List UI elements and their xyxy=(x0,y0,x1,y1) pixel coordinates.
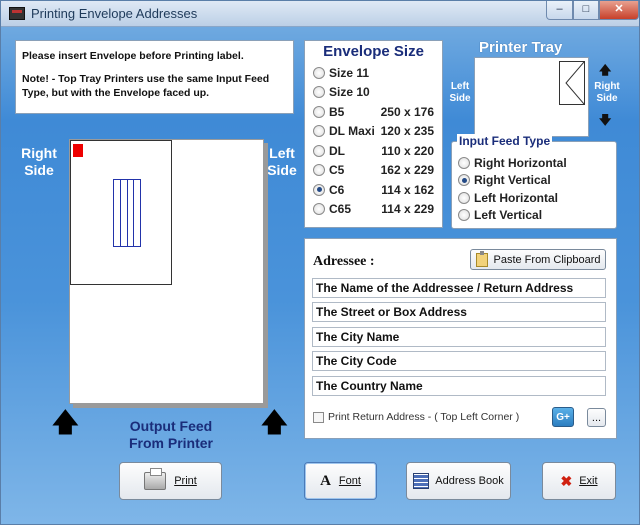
addressee-panel: Adressee : Paste From Clipboard Print Re… xyxy=(304,238,617,439)
envelope-size-name: Size 10 xyxy=(329,85,370,100)
printer-tray-preview xyxy=(474,57,589,137)
envelope-size-dims: 162 x 229 xyxy=(380,163,434,178)
maximize-button[interactable]: □ xyxy=(573,1,599,20)
envelope-size-name: DL Maxi xyxy=(329,124,375,139)
envelope-size-radio[interactable] xyxy=(313,203,325,216)
app-icon xyxy=(9,7,25,20)
envelope-size-option[interactable]: B5 250 x 176 xyxy=(313,102,434,122)
envelope-size-panel: Envelope Size Size 11 Size 10 B5 250 x 176 D… xyxy=(304,40,443,228)
address-book-button[interactable]: Address Book xyxy=(406,462,511,500)
envelope-preview xyxy=(70,140,172,285)
paper-preview xyxy=(69,139,264,404)
tray-up-arrow-icon: 🡅 xyxy=(599,63,612,77)
tray-right-label: Right Side xyxy=(594,81,620,104)
envelope-size-name: DL xyxy=(329,143,345,158)
more-options-button[interactable]: ... xyxy=(587,408,606,427)
envelope-size-option[interactable]: C6 114 x 162 xyxy=(313,180,434,200)
close-button[interactable]: ✕ xyxy=(599,1,639,20)
envelope-size-title: Envelope Size xyxy=(323,43,424,60)
font-button-label: Font xyxy=(338,475,361,487)
paste-from-clipboard-button[interactable]: Paste From Clipboard xyxy=(470,249,606,270)
envelope-size-dims: 114 x 162 xyxy=(381,182,434,197)
envelope-size-name: Size 11 xyxy=(329,65,370,80)
exit-icon: ✖ xyxy=(560,472,573,489)
envelope-size-name: C6 xyxy=(329,182,345,197)
street-address-field[interactable] xyxy=(312,302,606,322)
input-feed-radio[interactable] xyxy=(458,209,470,222)
clipboard-icon xyxy=(475,250,488,267)
input-feed-option[interactable]: Right Vertical xyxy=(458,172,610,190)
envelope-size-radio[interactable] xyxy=(313,125,325,138)
tray-left-label: Left Side xyxy=(449,81,471,104)
envelope-size-radio[interactable] xyxy=(313,86,325,99)
font-icon: A xyxy=(320,472,331,489)
city-name-field[interactable] xyxy=(312,327,606,347)
envelope-size-radio[interactable] xyxy=(313,144,325,157)
input-feed-option[interactable]: Left Horizontal xyxy=(458,189,610,207)
paste-button-label: Paste From Clipboard xyxy=(493,253,601,266)
output-left-arrow-icon: 🡅 xyxy=(52,407,79,437)
envelope-size-option[interactable]: Size 10 xyxy=(313,83,434,103)
print-return-address-option[interactable]: Print Return Address - ( Top Left Corner… xyxy=(313,411,519,423)
print-return-address-label: Print Return Address - ( Top Left Corner… xyxy=(328,411,520,423)
tray-envelope-shape xyxy=(559,61,585,105)
main-window: Printing Envelope Addresses – □ ✕ Please… xyxy=(0,0,640,525)
print-button[interactable]: Print xyxy=(119,462,222,500)
envelope-size-option[interactable]: C65 114 x 229 xyxy=(313,200,434,220)
print-return-address-checkbox[interactable] xyxy=(313,411,324,423)
envelope-size-option[interactable]: DL 110 x 220 xyxy=(313,141,434,161)
addressee-title: Adressee : xyxy=(313,254,375,269)
envelope-size-radio[interactable] xyxy=(313,183,325,196)
input-feed-title: Input Feed Type xyxy=(457,134,553,148)
input-feed-radio[interactable] xyxy=(458,156,470,169)
window-title: Printing Envelope Addresses xyxy=(31,6,198,21)
right-side-label: Right Side xyxy=(21,145,57,178)
output-right-arrow-icon: 🡅 xyxy=(261,407,288,437)
tray-down-arrow-icon: 🡇 xyxy=(599,113,612,127)
exit-button-label: Exit xyxy=(579,475,598,487)
envelope-size-dims: 110 x 220 xyxy=(381,143,434,158)
font-button[interactable]: A Font xyxy=(304,462,377,500)
input-feed-radio[interactable] xyxy=(458,191,470,204)
input-feed-radio[interactable] xyxy=(458,174,470,187)
envelope-size-option[interactable]: Size 11 xyxy=(313,63,434,83)
country-name-field[interactable] xyxy=(312,376,606,396)
input-feed-type-group: Input Feed Type Right Horizontal Right Ve… xyxy=(451,134,617,229)
print-button-label: Print xyxy=(174,475,197,487)
insert-envelope-text: Please insert Envelope before Printing l… xyxy=(22,50,244,62)
envelope-size-radio[interactable] xyxy=(313,164,325,177)
input-feed-option[interactable]: Left Vertical xyxy=(458,207,610,225)
addressee-name-field[interactable] xyxy=(312,278,606,298)
envelope-size-radio[interactable] xyxy=(313,66,325,79)
envelope-size-name: C5 xyxy=(329,163,345,178)
top-tray-note: Note! - Top Tray Printers use the same I… xyxy=(22,73,270,100)
envelope-size-radio[interactable] xyxy=(313,105,325,118)
envelope-size-name: C65 xyxy=(329,202,352,217)
address-book-icon xyxy=(413,473,430,489)
envelope-size-dims: 114 x 229 xyxy=(381,202,434,217)
input-feed-label: Right Horizontal xyxy=(474,155,567,170)
google-contacts-button[interactable]: G+ xyxy=(552,407,574,427)
output-feed-label: Output Feed From Printer xyxy=(128,418,213,451)
left-side-label: Left Side xyxy=(267,145,297,178)
city-code-field[interactable] xyxy=(312,351,606,371)
address-book-button-label: Address Book xyxy=(435,475,504,487)
envelope-size-name: B5 xyxy=(329,104,345,119)
printer-icon xyxy=(144,468,167,490)
envelope-size-option[interactable]: DL Maxi 120 x 235 xyxy=(313,122,434,142)
return-address-marker xyxy=(73,144,83,157)
exit-button[interactable]: ✖ Exit xyxy=(542,462,616,500)
envelope-size-option[interactable]: C5 162 x 229 xyxy=(313,161,434,181)
title-bar[interactable]: Printing Envelope Addresses – □ ✕ xyxy=(1,1,639,27)
minimize-button[interactable]: – xyxy=(546,1,573,20)
input-feed-label: Left Vertical xyxy=(474,208,543,223)
envelope-size-dims: 120 x 235 xyxy=(380,124,434,139)
input-feed-label: Right Vertical xyxy=(474,173,551,188)
input-feed-option[interactable]: Right Horizontal xyxy=(458,154,610,172)
input-feed-label: Left Horizontal xyxy=(474,190,558,205)
envelope-size-dims: 250 x 176 xyxy=(380,104,434,119)
address-label-preview xyxy=(113,179,141,247)
instructions-panel: Please insert Envelope before Printing l… xyxy=(15,40,294,114)
printer-tray-title: Printer Tray xyxy=(479,39,563,56)
